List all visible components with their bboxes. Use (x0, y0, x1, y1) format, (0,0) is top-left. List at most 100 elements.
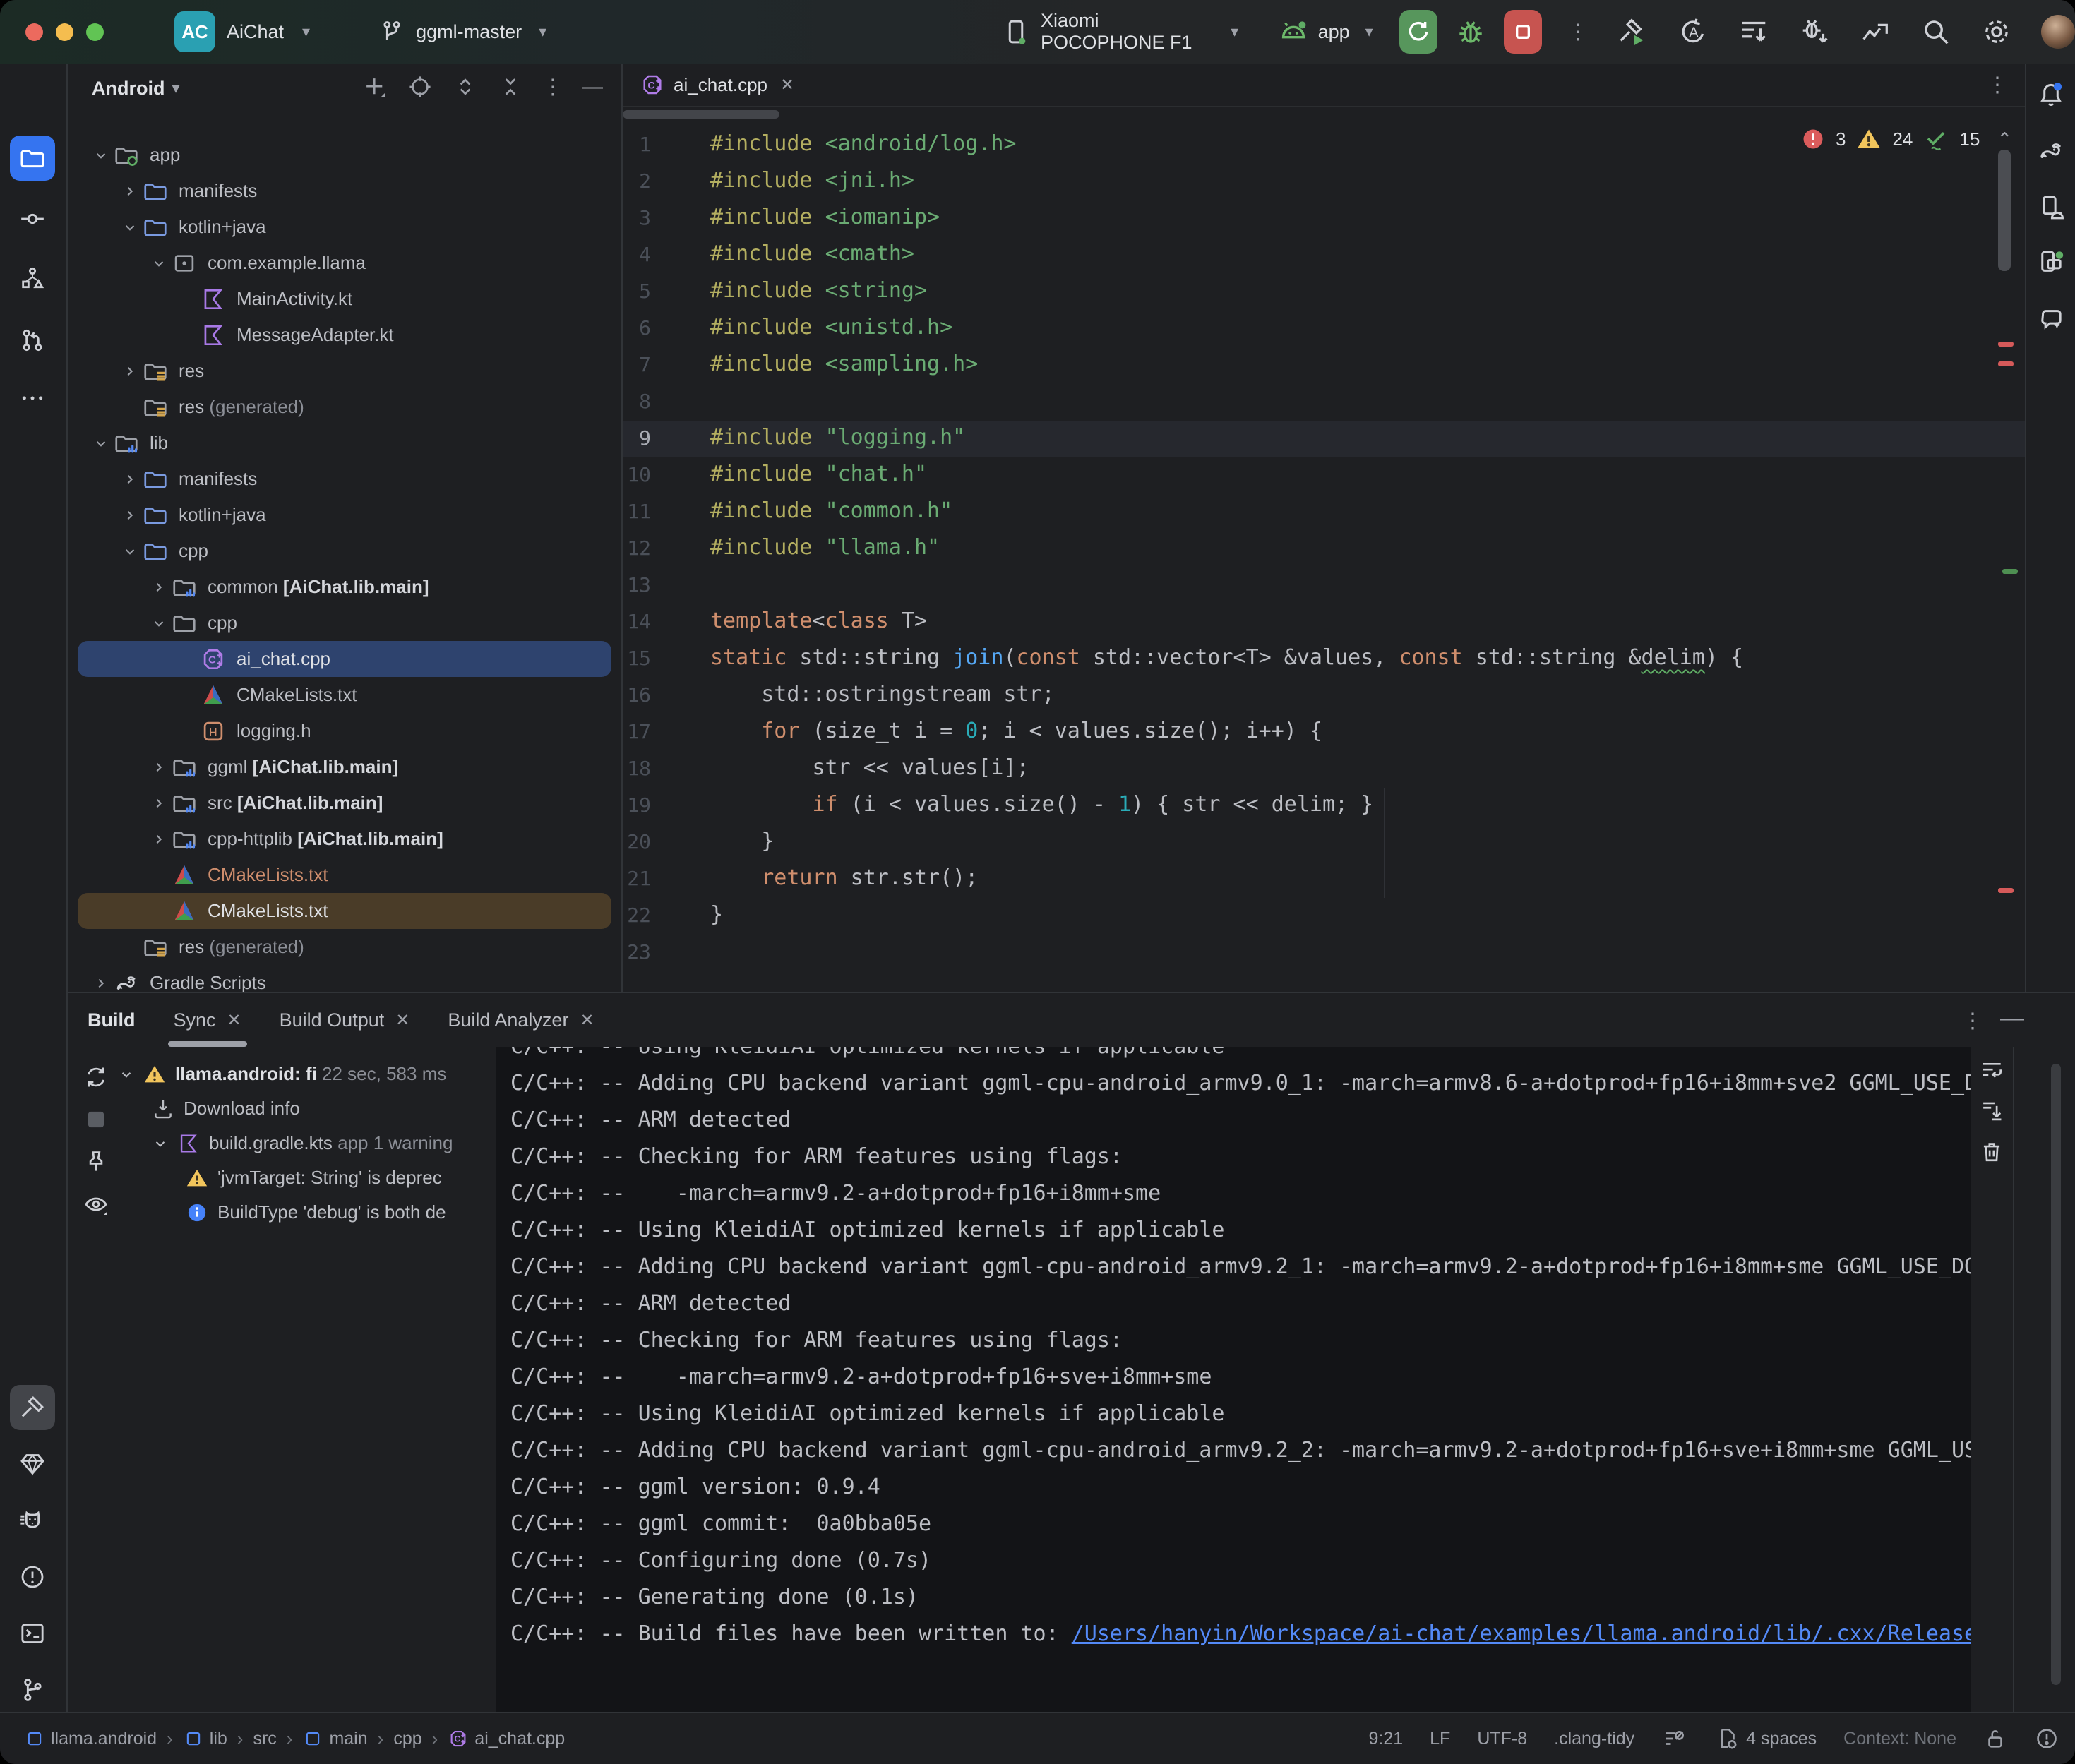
chevron-down-icon[interactable] (121, 542, 142, 560)
chevron-right-icon[interactable] (121, 362, 142, 380)
device-selector[interactable]: Xiaomi POCOPHONE F1 ▾ (1001, 10, 1238, 54)
chevron-right-icon[interactable] (150, 830, 171, 848)
editor-options-icon[interactable]: ⋮ (1987, 73, 2008, 97)
search-everywhere-icon[interactable] (1920, 16, 1952, 48)
stop-button[interactable] (1504, 10, 1542, 54)
chevron-down-icon[interactable] (121, 218, 142, 236)
notifications-icon[interactable] (2028, 72, 2074, 117)
code-editor[interactable]: 1#include <android/log.h>2#include <jni.… (623, 127, 2025, 971)
commit-icon[interactable] (10, 196, 55, 241)
tree-item-manifests[interactable]: manifests (78, 461, 611, 497)
chevron-right-icon[interactable] (150, 578, 171, 596)
chevron-down-icon[interactable] (151, 1134, 169, 1153)
tree-item-src[interactable]: src [AiChat.lib.main] (78, 785, 611, 821)
terminal-icon[interactable] (10, 1611, 55, 1656)
chevron-down-icon[interactable] (92, 434, 113, 452)
tree-item-cmakelists-txt[interactable]: CMakeLists.txt (78, 857, 611, 893)
apply-changes-icon[interactable]: A (1677, 16, 1709, 48)
stop-gray-icon[interactable] (83, 1106, 109, 1133)
locate-file-icon[interactable] (407, 73, 433, 100)
expand-all-icon[interactable] (452, 73, 479, 100)
project-icon[interactable] (10, 136, 55, 181)
tree-item-logging-h[interactable]: Hlogging.h (78, 713, 611, 749)
clear-all-icon[interactable] (1978, 1139, 2005, 1165)
formatter-icon[interactable] (1661, 1726, 1687, 1751)
debug-button[interactable] (1454, 16, 1487, 48)
build-icon[interactable] (10, 1385, 55, 1430)
tree-item-res[interactable]: res (generated) (78, 929, 611, 965)
chevron-down-icon[interactable] (92, 146, 113, 164)
chevron-right-icon[interactable] (121, 182, 142, 200)
more-tool-windows-icon[interactable] (10, 376, 55, 421)
encoding[interactable]: UTF-8 (1477, 1729, 1527, 1749)
lock-icon[interactable] (1983, 1727, 2007, 1751)
chevron-down-icon[interactable] (117, 1065, 136, 1084)
tree-item-cpp[interactable]: cpp (78, 533, 611, 569)
build-options-icon[interactable]: ⋮ (1962, 1009, 1983, 1033)
tree-item-ggml[interactable]: ggml [AiChat.lib.main] (78, 749, 611, 785)
add-icon[interactable] (361, 73, 388, 100)
settings-gear-icon[interactable] (1980, 16, 2013, 48)
user-avatar[interactable] (2041, 15, 2075, 49)
problems-icon[interactable] (10, 1554, 55, 1600)
breadcrumb-item-llama-android[interactable]: llama.android (24, 1728, 157, 1749)
sync-icon[interactable] (83, 1064, 109, 1091)
apply-code-changes-icon[interactable] (1738, 16, 1770, 48)
build-tab-output[interactable]: Build Output✕ (280, 993, 410, 1047)
console-scrollbar[interactable] (2051, 1064, 2061, 1685)
build-console[interactable]: C/C++: -- Using KleidiAI optimized kerne… (496, 1047, 1971, 1713)
hide-project-panel-icon[interactable]: — (582, 75, 603, 99)
show-filter-icon[interactable] (83, 1191, 109, 1218)
breadcrumb-item-main[interactable]: main (302, 1728, 367, 1749)
close-icon[interactable]: ✕ (580, 1010, 594, 1031)
app-quality-insights-icon[interactable] (10, 1441, 55, 1487)
chevron-down-icon[interactable] (150, 254, 171, 272)
logcat-icon[interactable] (10, 1498, 55, 1543)
soft-wrap-icon[interactable] (1978, 1057, 2005, 1084)
tree-item-kotlin-java[interactable]: kotlin+java (78, 497, 611, 533)
more-run-actions-icon[interactable]: ⋮ (1567, 20, 1589, 44)
project-selector[interactable]: AC AiChat ▾ (174, 11, 310, 52)
build-tree-item[interactable]: build.gradle.kts app 1 warning (151, 1126, 453, 1160)
chevron-right-icon[interactable] (92, 974, 113, 992)
chevron-down-icon[interactable] (150, 614, 171, 632)
tree-item-manifests[interactable]: manifests (78, 173, 611, 209)
warning-stripe-mark[interactable] (2002, 569, 2018, 574)
profiler-icon[interactable] (1859, 16, 1891, 48)
running-devices-icon[interactable] (2028, 240, 2074, 285)
pin-icon[interactable] (83, 1148, 109, 1175)
close-icon[interactable]: ✕ (395, 1010, 409, 1031)
caret-position[interactable]: 9:21 (1368, 1729, 1403, 1749)
tree-item-res[interactable]: res (generated) (78, 389, 611, 425)
tree-item-lib[interactable]: lib (78, 425, 611, 461)
tree-item-messageadapter-kt[interactable]: MessageAdapter.kt (78, 317, 611, 353)
line-ending[interactable]: LF (1430, 1729, 1450, 1749)
device-manager-icon[interactable] (2028, 185, 2074, 230)
tree-item-cmakelists-txt[interactable]: CMakeLists.txt (78, 893, 611, 929)
editor-tab-ai-chat-cpp[interactable]: C ai_chat.cpp ✕ (633, 64, 801, 106)
build-tree-item[interactable]: Download info (151, 1091, 300, 1126)
error-stripe-mark[interactable] (1998, 888, 2014, 893)
breadcrumb-item-src[interactable]: src (253, 1729, 276, 1749)
close-icon[interactable]: ✕ (227, 1010, 241, 1031)
editor-scrollbar[interactable] (1998, 150, 2011, 271)
project-options-icon[interactable]: ⋮ (542, 75, 563, 100)
build-tab-sync[interactable]: Sync✕ (174, 993, 241, 1047)
scroll-to-end-icon[interactable] (1978, 1098, 2005, 1124)
build-run-icon[interactable] (1616, 16, 1649, 48)
collapse-all-icon[interactable] (497, 73, 524, 100)
attach-debugger-icon[interactable] (1798, 16, 1831, 48)
tree-item-mainactivity-kt[interactable]: MainActivity.kt (78, 281, 611, 317)
tree-item-cmakelists-txt[interactable]: CMakeLists.txt (78, 677, 611, 713)
zoom-window-button[interactable] (86, 23, 104, 41)
analyzer-status[interactable]: .clang-tidy (1554, 1729, 1634, 1749)
minimize-window-button[interactable] (56, 23, 73, 41)
build-tree-item[interactable]: llama.android: fi 22 sec, 583 ms (117, 1057, 446, 1091)
close-tab-icon[interactable]: ✕ (780, 75, 794, 95)
breadcrumb-item-ai-chat-cpp[interactable]: Cai_chat.cpp (448, 1728, 565, 1749)
rerun-button[interactable] (1399, 10, 1437, 54)
tree-item-com-example-llama[interactable]: com.example.llama (78, 245, 611, 281)
chevron-right-icon[interactable] (121, 506, 142, 524)
breadcrumb-item-cpp[interactable]: cpp (393, 1729, 421, 1749)
console-link[interactable]: /Users/hanyin/Workspace/ai-chat/examples… (1072, 1621, 1971, 1646)
